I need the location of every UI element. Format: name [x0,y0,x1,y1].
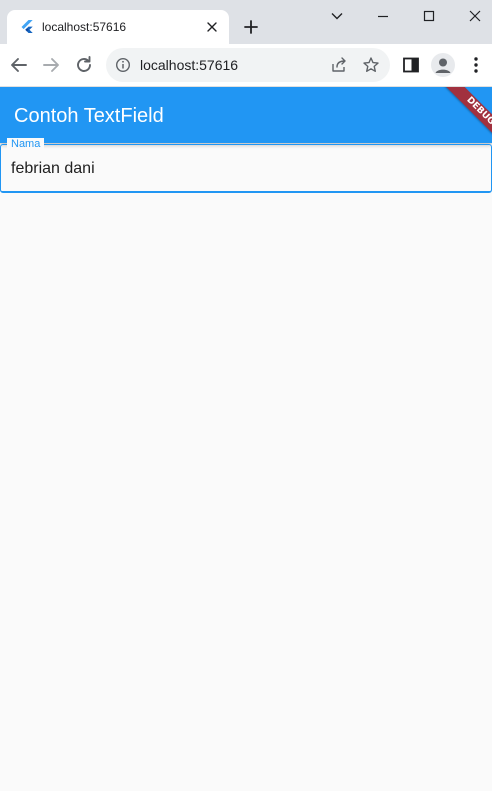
kebab-menu-icon[interactable] [465,54,487,76]
forward-arrow-icon[interactable] [40,54,62,76]
window-close-icon[interactable] [465,6,485,26]
maximize-icon[interactable] [419,6,439,26]
name-text-field[interactable]: Nama [0,138,492,193]
star-icon[interactable] [362,56,380,74]
name-field-label: Nama [7,138,45,150]
profile-avatar[interactable] [431,53,455,77]
name-input[interactable] [11,159,471,179]
app-bar-title: Contoh TextField [14,105,164,127]
app-bar: Contoh TextField [0,87,492,143]
browser-titlebar: localhost:57616 [0,0,492,44]
close-icon[interactable] [204,19,220,35]
person-icon [435,58,451,73]
address-bar-url[interactable]: localhost:57616 [140,56,238,74]
browser-toolbar: localhost:57616 [0,44,492,87]
address-bar[interactable]: localhost:57616 [106,48,390,82]
browser-tab[interactable]: localhost:57616 [7,10,229,44]
tab-title: localhost:57616 [42,20,127,34]
chevron-down-icon[interactable] [327,6,347,26]
side-panel-icon[interactable] [400,54,422,76]
app-viewport: Contoh TextField DEBUG Nama [0,87,492,791]
back-arrow-icon[interactable] [8,54,30,76]
plus-icon[interactable] [240,16,262,38]
flutter-icon [21,20,33,33]
minimize-icon[interactable] [373,6,393,26]
info-icon[interactable] [115,57,131,73]
reload-icon[interactable] [73,54,95,76]
share-icon[interactable] [330,56,348,74]
